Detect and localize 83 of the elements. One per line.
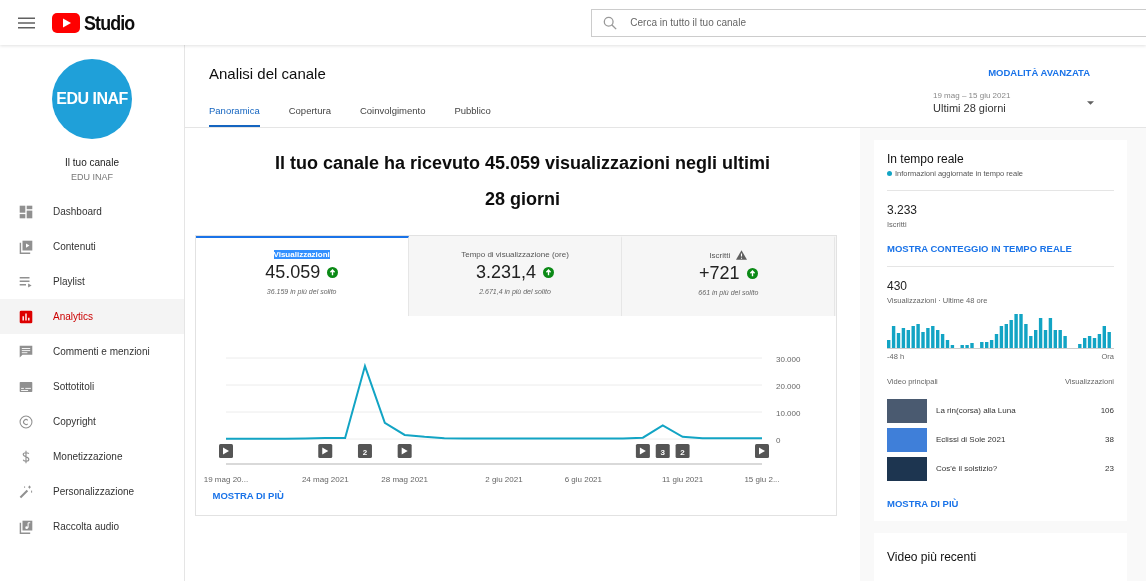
- sidebar-item[interactable]: Raccolta audio: [0, 509, 184, 544]
- video-marker-icon[interactable]: [397, 444, 412, 458]
- views-count: 430: [887, 279, 909, 293]
- video-views: 106: [1100, 406, 1114, 415]
- up-arrow-icon: [746, 268, 758, 279]
- video-views: 38: [1105, 435, 1114, 444]
- video-marker-icon[interactable]: [317, 444, 332, 458]
- recent-videos-title: Video più recenti: [887, 550, 977, 564]
- subscriber-count: 3.233: [887, 203, 919, 217]
- video-marker-icon[interactable]: [754, 444, 769, 458]
- y-tick-label: 30.000: [775, 355, 800, 364]
- show-more-link[interactable]: MOSTRA DI PIÙ: [887, 498, 959, 509]
- analytics-icon: [19, 309, 33, 324]
- show-more-link[interactable]: MOSTRA DI PIÙ: [212, 490, 284, 501]
- logo-text[interactable]: Studio: [84, 10, 135, 35]
- sidebar-item[interactable]: Commenti e menzioni: [0, 334, 184, 369]
- video-title: Cos'è il solstizio?: [936, 464, 999, 473]
- video-count-marker[interactable]: 3: [655, 444, 670, 458]
- x-tick-label: 11 giu 2021: [661, 475, 703, 484]
- channel-name: EDU INAF: [71, 172, 113, 182]
- playlist-icon: [19, 274, 33, 289]
- subtitles-icon: [19, 379, 33, 394]
- video-title: La rin(corsa) alla Luna: [936, 406, 1017, 415]
- dashboard-icon: [19, 204, 33, 219]
- play-logo-icon[interactable]: [52, 12, 80, 33]
- y-tick-label: 20.000: [775, 382, 800, 391]
- status-dot: [887, 171, 892, 176]
- summary-heading: Il tuo canale ha ricevuto 45.059 visualizzazioni negli ultimi 28 giorni: [273, 152, 772, 211]
- sidebar-item[interactable]: Monetizzazione: [0, 439, 184, 474]
- metric-value: 45.059: [265, 262, 321, 283]
- video-thumbnail: [887, 456, 927, 481]
- metric-label: Tempo di visualizzazione (ore): [461, 250, 569, 259]
- search-icon: [603, 15, 618, 30]
- video-title: Eclissi di Sole 2021: [936, 435, 1007, 444]
- tab[interactable]: Copertura: [288, 105, 331, 127]
- metric-label: Visualizzazioni: [273, 250, 330, 259]
- x-tick-label: 6 giu 2021: [564, 475, 602, 484]
- dropdown-caret-icon: [1087, 100, 1094, 105]
- x-tick-label: 15 giu 2...: [743, 475, 780, 484]
- sidebar-item[interactable]: Copyright: [0, 404, 184, 439]
- video-count-marker[interactable]: 2: [357, 444, 372, 458]
- video-count-marker[interactable]: 2: [675, 444, 690, 458]
- realtime-count-link[interactable]: MOSTRA CONTEGGIO IN TEMPO REALE: [887, 243, 1072, 254]
- tab[interactable]: Pubblico: [454, 105, 491, 127]
- metric-label: Iscritti: [709, 250, 731, 260]
- video-marker-icon[interactable]: [218, 444, 233, 458]
- metric-value: 3.231,4: [475, 262, 536, 283]
- menu-icon[interactable]: [18, 16, 35, 29]
- copyright-icon: [19, 414, 33, 429]
- up-arrow-icon: [543, 267, 554, 278]
- sidebar-item[interactable]: Sottotitoli: [0, 369, 184, 404]
- video-row[interactable]: Cos'è il solstizio? 23: [887, 454, 1114, 483]
- search-field[interactable]: Cerca in tutto il tuo canale: [591, 8, 1146, 37]
- comments-icon: [19, 344, 33, 359]
- y-tick-label: 10.000: [775, 409, 800, 418]
- video-views: 23: [1105, 464, 1114, 473]
- tab[interactable]: Panoramica: [209, 105, 260, 127]
- sidebar-item[interactable]: Playlist: [0, 264, 184, 299]
- x-tick-label: 2 giu 2021: [484, 475, 523, 484]
- content-icon: [19, 239, 33, 254]
- advanced-mode-link[interactable]: MODALITÀ AVANZATA: [988, 67, 1090, 78]
- sidebar-item[interactable]: Personalizzazione: [0, 474, 184, 509]
- metric-value: +721: [699, 263, 740, 284]
- sidebar-item[interactable]: Contenuti: [0, 229, 184, 264]
- audio-icon: [19, 519, 33, 534]
- video-marker-icon[interactable]: [635, 444, 650, 458]
- video-thumbnail: [887, 398, 927, 423]
- wand-icon: [19, 484, 33, 499]
- sidebar-item[interactable]: Dashboard: [0, 194, 184, 229]
- channel-label: Il tuo canale: [65, 157, 119, 168]
- y-tick-label: 0: [775, 436, 780, 445]
- video-row[interactable]: Eclissi di Sole 2021 38: [887, 425, 1114, 454]
- tab[interactable]: Coinvolgimento: [359, 105, 426, 127]
- up-arrow-icon: [327, 267, 339, 278]
- video-row[interactable]: La rin(corsa) alla Luna 106: [887, 396, 1114, 425]
- x-tick-label: 19 mag 20...: [203, 475, 248, 484]
- sidebar-item[interactable]: Analytics: [0, 299, 184, 334]
- x-tick-label: 24 mag 2021: [301, 475, 349, 484]
- x-tick-label: 28 mag 2021: [380, 475, 428, 484]
- date-range-dropdown[interactable]: 19 mag – 15 giu 2021 Ultimi 28 giorni: [933, 91, 1094, 114]
- realtime-title: In tempo reale: [887, 152, 965, 166]
- video-thumbnail: [887, 427, 927, 452]
- page-title: Analisi del canale: [209, 65, 327, 82]
